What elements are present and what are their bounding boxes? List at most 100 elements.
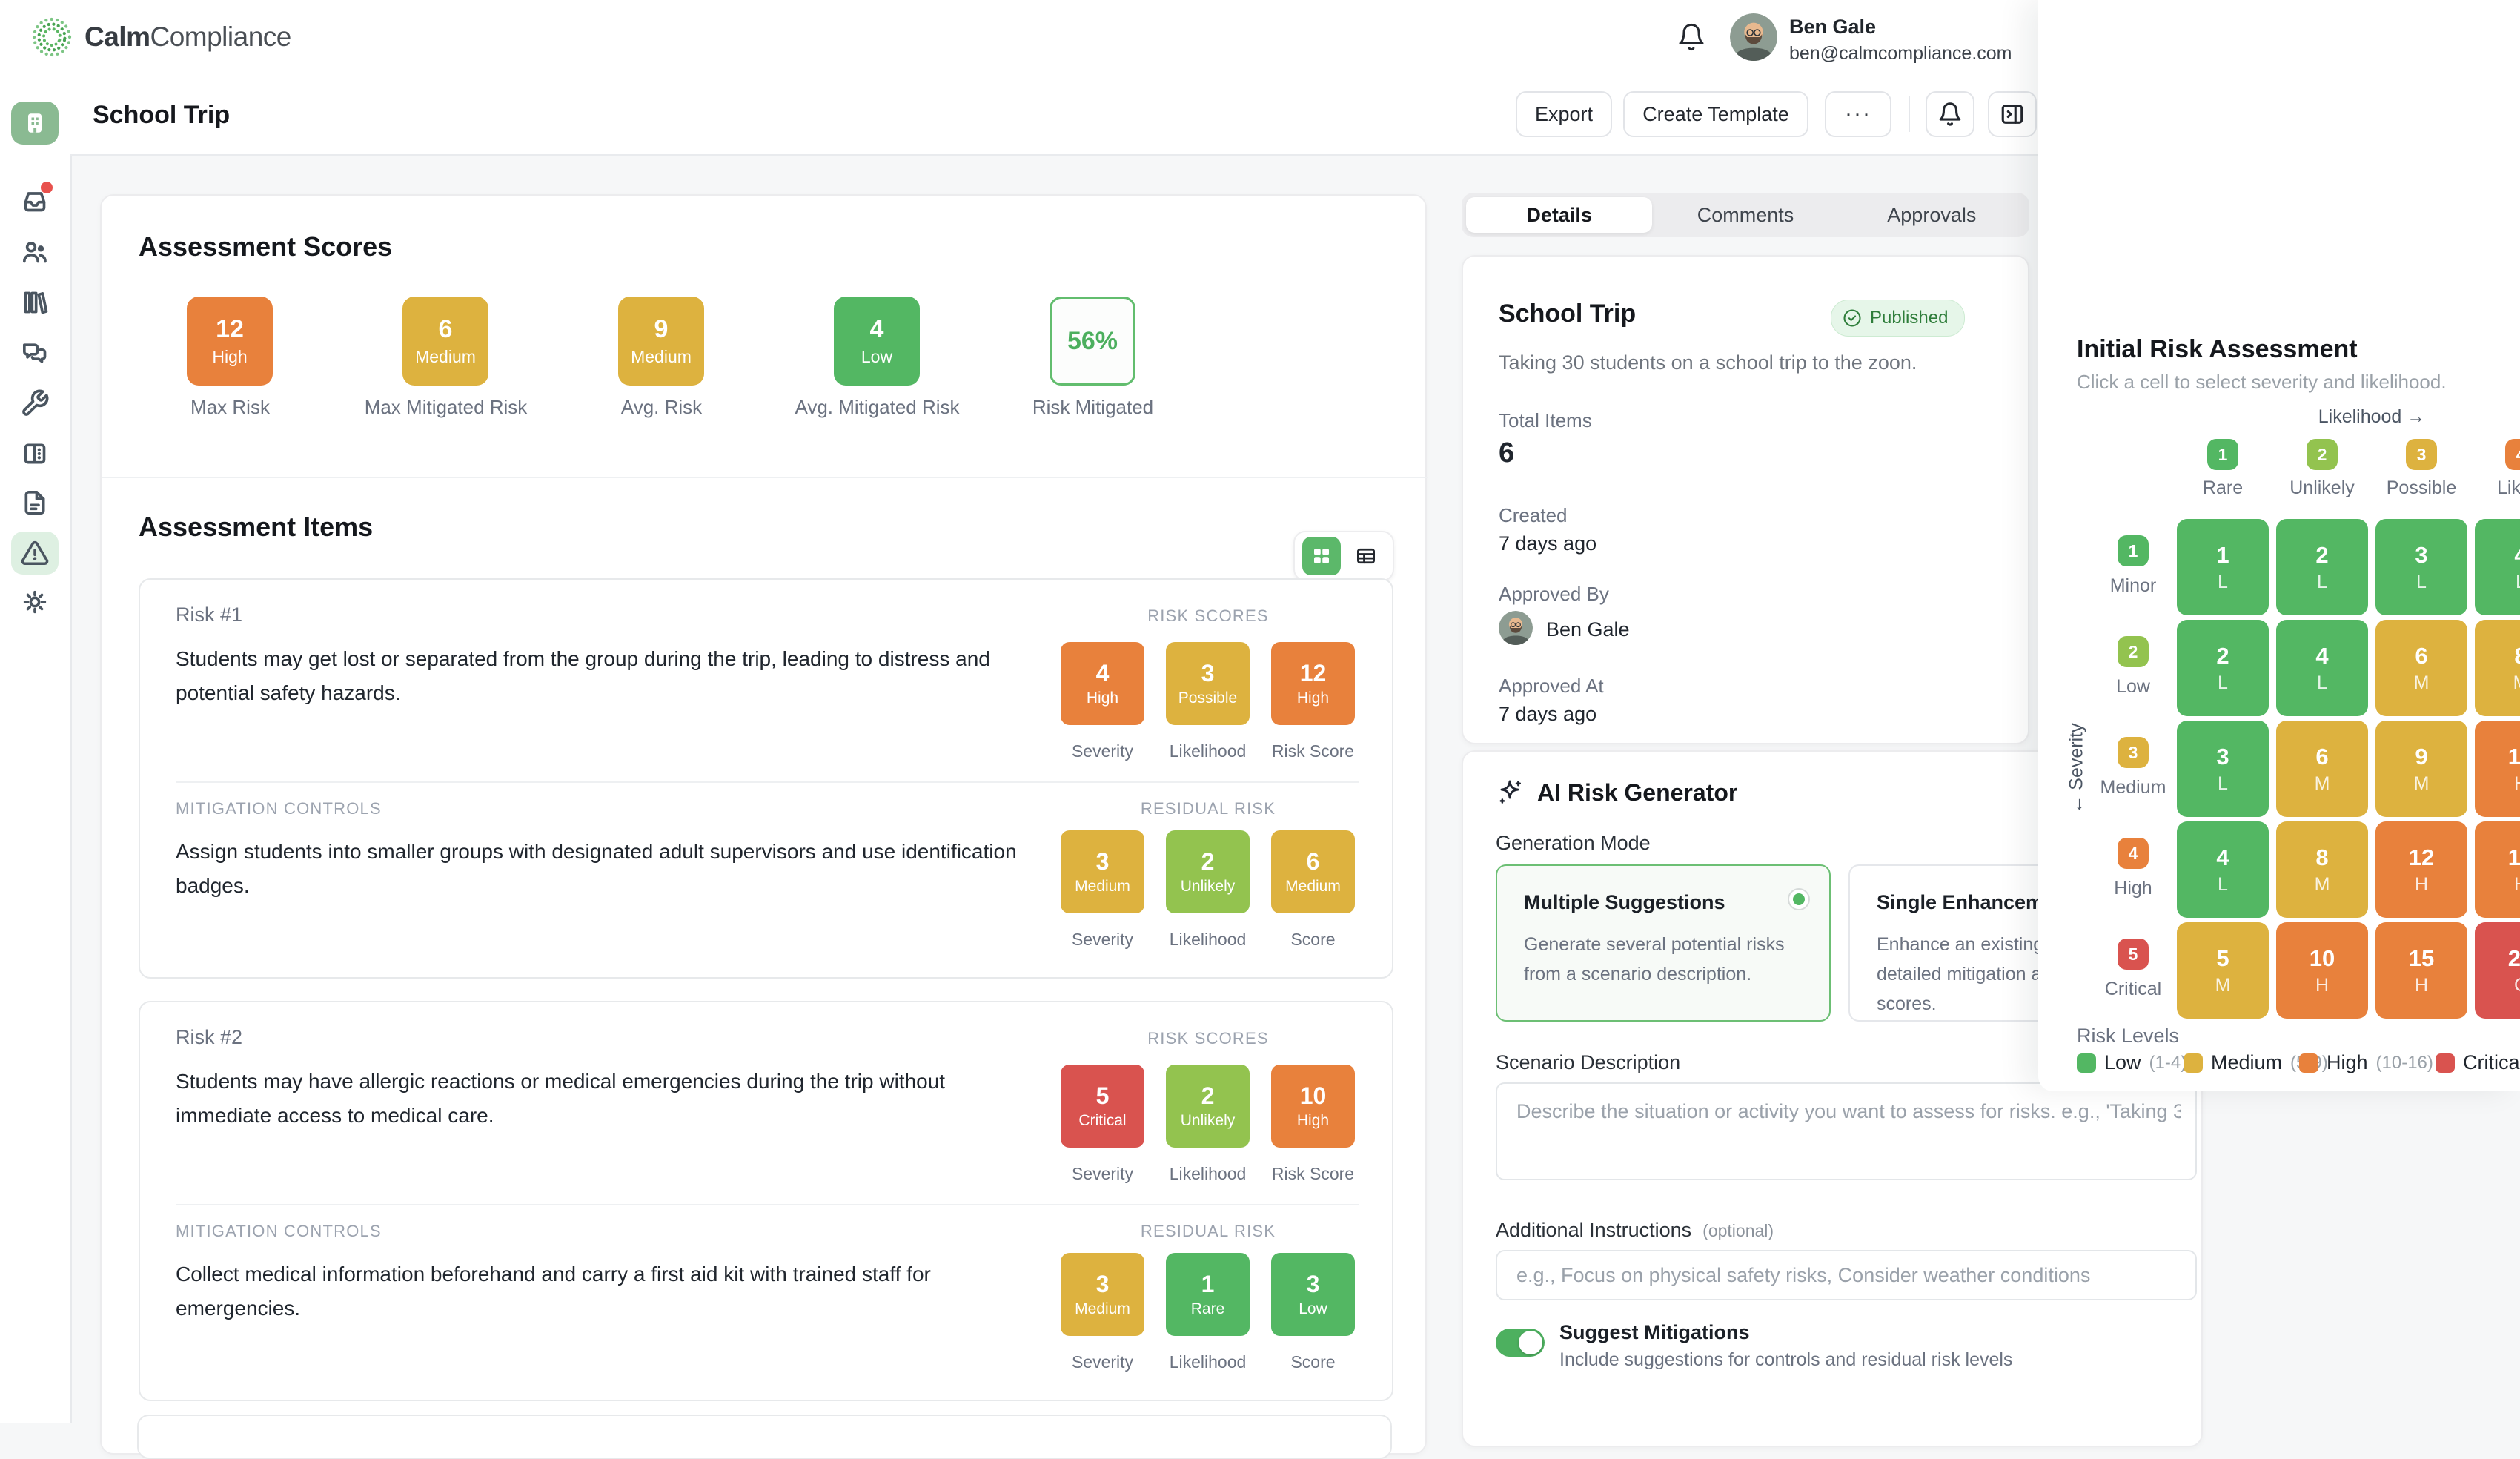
- matrix-cell[interactable]: 4L: [2475, 519, 2520, 615]
- risk-score-tiles: 4High3Possible12High: [1061, 642, 1355, 725]
- bell-icon: [1937, 102, 1963, 127]
- likelihood-axis-label: Likelihood →: [2261, 406, 2483, 428]
- matrix-cell[interactable]: 6M: [2375, 620, 2467, 716]
- ai-generator-header: AI Risk Generator: [1496, 778, 1737, 807]
- score-captions-row: Max RiskMax Mitigated RiskAvg. RiskAvg. …: [122, 394, 1201, 420]
- status-badge-label: Published: [1870, 308, 1948, 328]
- scenario-description-label: Scenario Description: [1496, 1051, 1680, 1074]
- user-avatar[interactable]: [1730, 13, 1777, 61]
- risk-title: Risk #2: [176, 1026, 242, 1049]
- additional-instructions-input[interactable]: [1496, 1250, 2197, 1300]
- export-button[interactable]: Export: [1516, 91, 1612, 137]
- scenario-textarea[interactable]: [1497, 1084, 2195, 1179]
- sidebar-item-inbox[interactable]: [20, 186, 50, 216]
- score-value: 12: [216, 315, 244, 344]
- notifications-bell-icon[interactable]: [1677, 22, 1706, 52]
- matrix-cell[interactable]: 9M: [2375, 721, 2467, 817]
- matrix-cell[interactable]: 2L: [2276, 519, 2368, 615]
- sidebar-item-workspace[interactable]: [11, 102, 59, 145]
- residual-tiles: 3Medium2Unlikely6Medium: [1061, 830, 1355, 913]
- sidebar-item-library[interactable]: [20, 288, 50, 317]
- user-email: ben@calmcompliance.com: [1789, 43, 2012, 64]
- sidebar-item-chat[interactable]: [20, 338, 50, 368]
- matrix-cell[interactable]: 2L: [2177, 620, 2269, 716]
- matrix-cell[interactable]: 1L: [2177, 519, 2269, 615]
- matrix-cell[interactable]: 4L: [2177, 821, 2269, 918]
- matrix-cell[interactable]: 16H: [2475, 821, 2520, 918]
- table-view-button[interactable]: [1347, 537, 1385, 575]
- sidebar-item-settings[interactable]: [20, 587, 50, 617]
- score-summary-tile: 4Low: [834, 297, 920, 386]
- risk-score-tiles: 5Critical2Unlikely10High: [1061, 1065, 1355, 1148]
- total-items-label: Total Items: [1499, 409, 1592, 432]
- user-name: Ben Gale: [1789, 16, 2012, 39]
- score-level: High: [212, 347, 247, 367]
- residual-risk-label: RESIDUAL RISK: [1061, 1222, 1356, 1241]
- matrix-cell[interactable]: 8M: [2475, 620, 2520, 716]
- tile-caption: Likelihood: [1166, 741, 1250, 761]
- score-level: Medium: [631, 347, 692, 367]
- matrix-cell[interactable]: 5M: [2177, 922, 2269, 1019]
- approved-by-value: Ben Gale: [1546, 618, 1630, 641]
- risk-card-divider: [176, 781, 1359, 783]
- logo-swirl-icon: [30, 15, 74, 59]
- sidebar-item-documents[interactable]: [20, 488, 50, 517]
- tab-comments[interactable]: Comments: [1652, 197, 1838, 233]
- mode-multiple-suggestions[interactable]: Multiple Suggestions Generate several po…: [1496, 864, 1831, 1022]
- matrix-cell[interactable]: 8M: [2276, 821, 2368, 918]
- residual-captions: SeverityLikelihoodScore: [1061, 1352, 1355, 1372]
- risk-item-card[interactable]: Risk #2 RISK SCORES Students may have al…: [139, 1001, 1393, 1401]
- details-card: School Trip Published Taking 30 students…: [1462, 255, 2029, 744]
- risk-score-tile: 6Medium: [1271, 830, 1355, 913]
- matrix-cell[interactable]: 3L: [2177, 721, 2269, 817]
- score-caption: Avg. Mitigated Risk: [769, 394, 985, 420]
- assessment-items-heading: Assessment Items: [139, 512, 373, 543]
- legend-item: Low(1-4): [2077, 1051, 2186, 1074]
- risk-scores-label: RISK SCORES: [1061, 606, 1356, 626]
- toggle-side-panel-button[interactable]: [1988, 91, 2037, 137]
- generation-mode-label: Generation Mode: [1496, 832, 1651, 855]
- sidebar-item-assessments[interactable]: [11, 532, 59, 575]
- scenario-description-field[interactable]: Describe the situation or activity you w…: [1496, 1082, 2197, 1180]
- toggle-title: Suggest Mitigations: [1559, 1321, 1750, 1344]
- matrix-cell[interactable]: 10H: [2276, 922, 2368, 1019]
- risk-item-card[interactable]: Risk #1 RISK SCORES Students may get los…: [139, 578, 1393, 979]
- grid-view-button[interactable]: [1302, 537, 1341, 575]
- matrix-cell[interactable]: 15H: [2375, 922, 2467, 1019]
- score-cards-row: 12High6Medium9Medium4Low56%: [187, 297, 1135, 386]
- risk-item-card[interactable]: [137, 1415, 1392, 1459]
- likelihood-badge: 1: [2207, 439, 2238, 470]
- create-template-button[interactable]: Create Template: [1623, 91, 1808, 137]
- risk-levels-label: Risk Levels: [2077, 1025, 2179, 1048]
- radio-selected-icon[interactable]: [1788, 888, 1810, 910]
- sidebar-item-departments[interactable]: [20, 439, 50, 469]
- risk-description: Students may have allergic reactions or …: [176, 1065, 1028, 1133]
- more-actions-button[interactable]: ···: [1825, 91, 1891, 137]
- score-summary-tile: 56%: [1050, 297, 1135, 386]
- suggest-mitigations-toggle[interactable]: [1496, 1329, 1545, 1357]
- matrix-cell[interactable]: 4L: [2276, 620, 2368, 716]
- approved-at-value: 7 days ago: [1499, 703, 1596, 726]
- matrix-cell[interactable]: 12H: [2475, 721, 2520, 817]
- tile-caption: Score: [1271, 930, 1355, 950]
- sidebar-item-tools[interactable]: [20, 388, 50, 418]
- tab-approvals[interactable]: Approvals: [1839, 197, 2025, 233]
- score-caption: Risk Mitigated: [985, 394, 1201, 420]
- view-toggle: [1293, 531, 1394, 581]
- tab-details[interactable]: Details: [1466, 197, 1652, 233]
- office-panel-icon: [20, 439, 50, 469]
- matrix-cell[interactable]: 12H: [2375, 821, 2467, 918]
- likelihood-label: Unlikely: [2272, 477, 2372, 499]
- score-value: 56%: [1067, 327, 1118, 356]
- mitigation-controls-label: MITIGATION CONTROLS: [176, 799, 382, 818]
- status-badge: Published: [1831, 300, 1965, 337]
- matrix-cell[interactable]: 3L: [2375, 519, 2467, 615]
- risk-score-tile: 3Low: [1271, 1253, 1355, 1336]
- matrix-cell[interactable]: 20C: [2475, 922, 2520, 1019]
- header-bell-button[interactable]: [1926, 91, 1974, 137]
- inbox-notification-dot: [41, 182, 53, 193]
- risk-score-tile: 2Unlikely: [1166, 1065, 1250, 1148]
- matrix-cell[interactable]: 6M: [2276, 721, 2368, 817]
- severity-label: Low: [2074, 676, 2192, 698]
- sidebar-item-users[interactable]: [20, 237, 50, 267]
